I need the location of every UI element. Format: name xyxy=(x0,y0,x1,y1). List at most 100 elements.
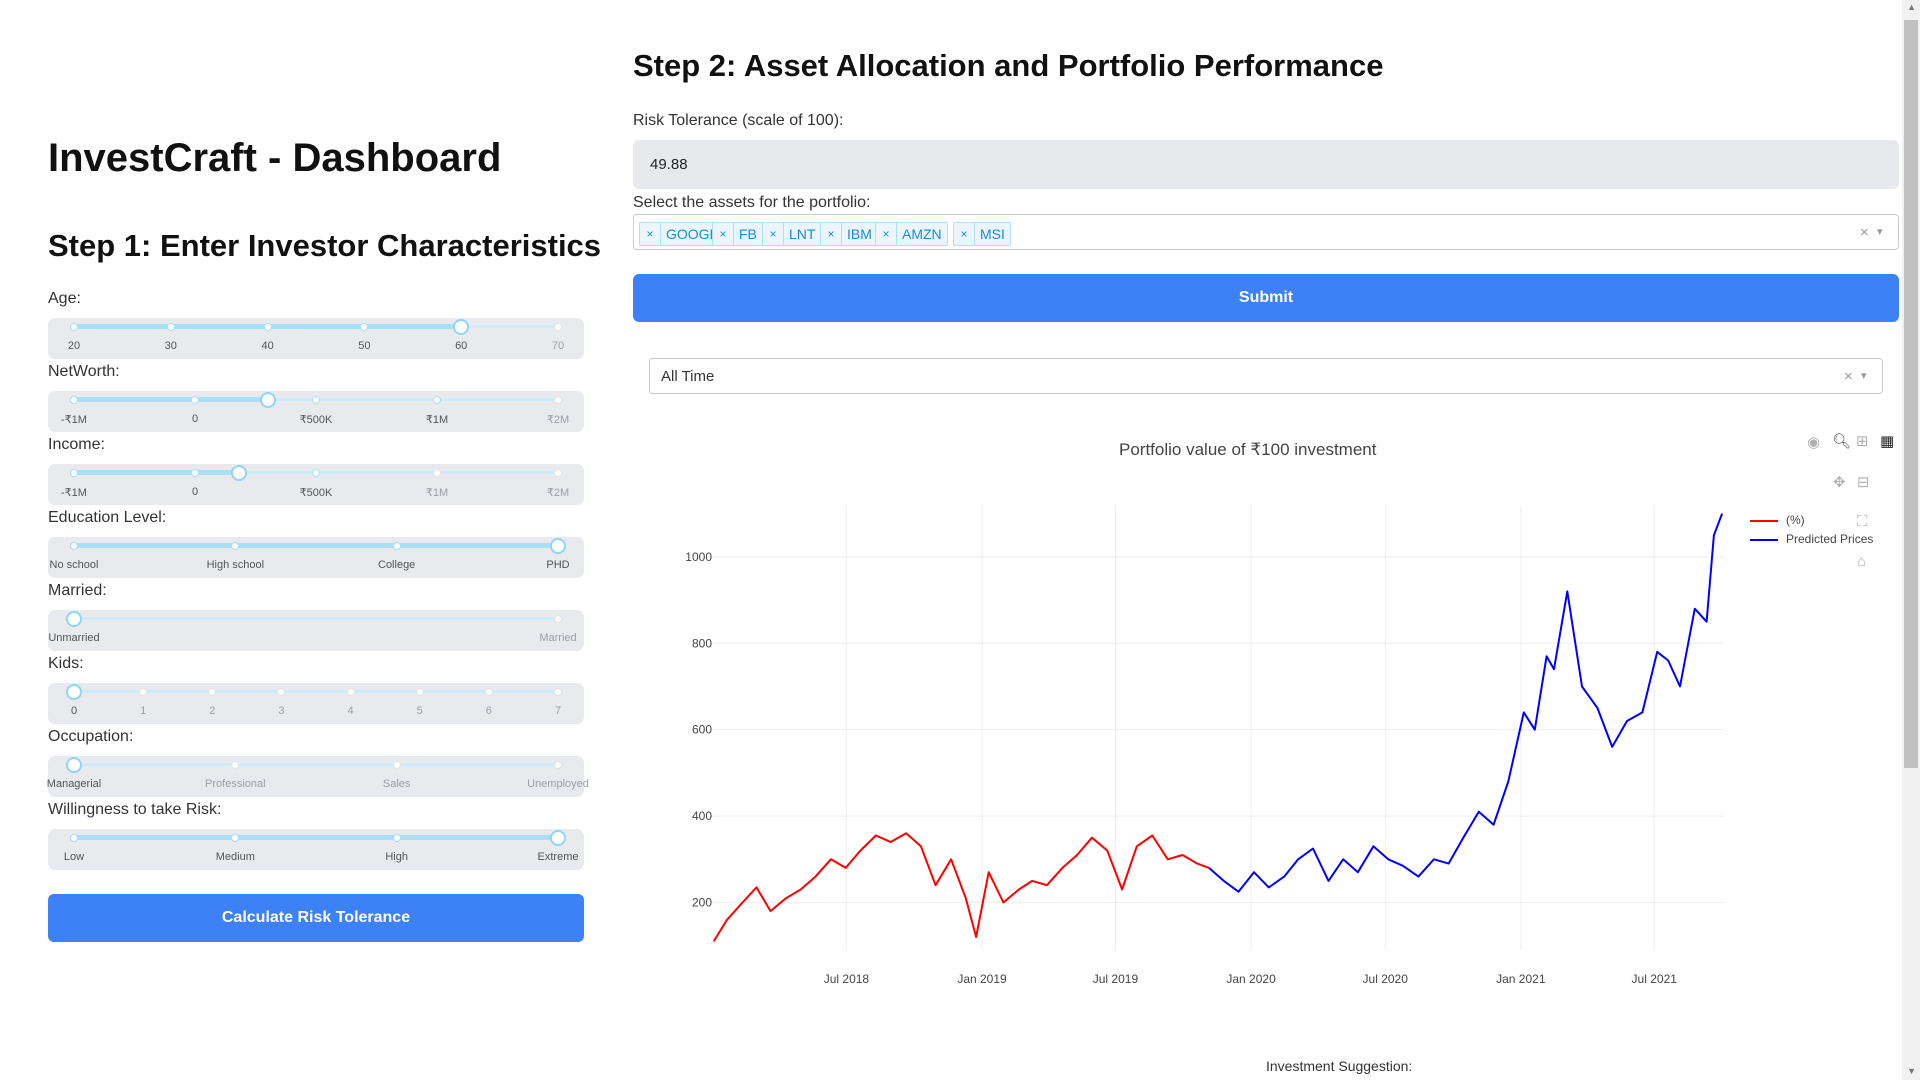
chevron-down-icon[interactable]: ▾ xyxy=(1861,369,1867,382)
investor-slider[interactable]: -₹1M 0 ₹500K ₹1M ₹2M xyxy=(48,391,584,432)
slider-tick[interactable] xyxy=(392,761,401,769)
zoom-icon[interactable]: 🔍︎ xyxy=(1832,432,1851,450)
asset-chip[interactable]: × MSI xyxy=(953,222,1011,246)
investor-slider[interactable]: 20 30 40 50 60 70 xyxy=(48,318,584,359)
slider-tick[interactable] xyxy=(554,761,562,769)
slider-tick[interactable] xyxy=(231,761,240,769)
slider-mark-label[interactable]: Extreme xyxy=(538,851,579,863)
legend-predicted-label[interactable]: Predicted Prices xyxy=(1786,532,1873,546)
remove-chip-icon[interactable]: × xyxy=(763,223,784,245)
slider-mark-label[interactable]: PHD xyxy=(546,559,569,571)
slider-tick[interactable] xyxy=(70,834,78,842)
investor-slider[interactable]: 0 1 2 3 4 5 6 7 xyxy=(48,683,584,724)
slider-mark-label[interactable]: 1 xyxy=(140,705,146,717)
slider-tick[interactable] xyxy=(231,542,240,550)
slider-mark-label[interactable]: 50 xyxy=(358,340,370,352)
slider-mark-label[interactable]: 0 xyxy=(192,486,198,498)
scroll-down-icon[interactable]: ▼ xyxy=(1907,1066,1916,1076)
slider-handle[interactable] xyxy=(66,757,82,773)
slider-handle[interactable] xyxy=(259,392,276,408)
asset-chip[interactable]: × LNT xyxy=(762,222,822,246)
slider-tick[interactable] xyxy=(139,688,148,696)
slider-tick[interactable] xyxy=(433,396,441,404)
slider-mark-label[interactable]: ₹500K xyxy=(300,486,333,499)
scroll-up-icon[interactable]: ▲ xyxy=(1907,2,1916,12)
slider-mark-label[interactable]: High xyxy=(385,851,408,863)
slider-mark-label[interactable]: Married xyxy=(539,632,576,644)
submit-button[interactable]: Submit xyxy=(633,274,1899,322)
investor-slider[interactable]: Managerial Professional Sales Unemployed xyxy=(47,756,589,797)
clear-assets-icon[interactable]: × xyxy=(1860,224,1869,241)
slider-mark-label[interactable]: 7 xyxy=(555,705,561,717)
slider-tick[interactable] xyxy=(263,323,272,331)
slider-tick[interactable] xyxy=(554,615,562,623)
slider-mark-label[interactable]: ₹1M xyxy=(426,413,448,426)
autoscale-icon[interactable]: ⛶ xyxy=(1857,513,1868,530)
slider-mark-label[interactable]: 0 xyxy=(192,413,198,425)
slider-mark-label[interactable]: 3 xyxy=(278,705,284,717)
risk-tolerance-input[interactable] xyxy=(633,140,1899,189)
investor-slider[interactable]: No school High school College PHD xyxy=(48,537,584,578)
zoom-out-icon[interactable]: ⊟ xyxy=(1857,473,1870,491)
calculate-risk-button[interactable]: Calculate Risk Tolerance xyxy=(48,894,584,942)
slider-mark-label[interactable]: ₹2M xyxy=(547,486,569,499)
period-dropdown[interactable]: All Time × ▾ xyxy=(649,358,1883,394)
investor-slider[interactable]: Low Medium High Extreme xyxy=(48,829,584,870)
slider-tick[interactable] xyxy=(484,688,493,696)
pan-icon[interactable]: ✥ xyxy=(1833,473,1846,491)
slider-tick[interactable] xyxy=(392,834,401,842)
slider-mark-label[interactable]: Low xyxy=(64,851,84,863)
investor-slider[interactable]: Unmarried Married xyxy=(48,610,584,651)
slider-mark-label[interactable]: College xyxy=(378,559,415,571)
remove-chip-icon[interactable]: × xyxy=(640,223,661,245)
slider-tick[interactable] xyxy=(554,396,562,404)
historical-series-line[interactable] xyxy=(712,832,1210,942)
slider-tick[interactable] xyxy=(191,396,199,404)
remove-chip-icon[interactable]: × xyxy=(713,223,734,245)
slider-mark-label[interactable]: 70 xyxy=(552,340,564,352)
chevron-down-icon[interactable]: ▾ xyxy=(1877,225,1883,238)
slider-tick[interactable] xyxy=(433,469,441,477)
slider-handle[interactable] xyxy=(550,830,566,846)
slider-tick[interactable] xyxy=(208,688,217,696)
zoom-in-icon[interactable]: ⊞ xyxy=(1856,432,1869,450)
clear-period-icon[interactable]: × xyxy=(1844,368,1853,385)
remove-chip-icon[interactable]: × xyxy=(954,223,975,245)
slider-tick[interactable] xyxy=(166,323,175,331)
slider-mark-label[interactable]: No school xyxy=(50,559,99,571)
slider-tick[interactable] xyxy=(70,542,78,550)
slider-mark-label[interactable]: 0 xyxy=(71,705,77,717)
asset-chip[interactable]: × AMZN xyxy=(875,222,948,246)
slider-handle[interactable] xyxy=(230,465,247,481)
slider-handle[interactable] xyxy=(453,319,470,335)
asset-chip[interactable]: × GOOGL xyxy=(639,222,724,246)
slider-mark-label[interactable]: 4 xyxy=(348,705,354,717)
slider-mark-label[interactable]: Professional xyxy=(205,778,266,790)
slider-mark-label[interactable]: Managerial xyxy=(47,778,101,790)
slider-mark-label[interactable]: 5 xyxy=(417,705,423,717)
slider-mark-label[interactable]: ₹500K xyxy=(300,413,333,426)
slider-tick[interactable] xyxy=(70,323,78,331)
slider-mark-label[interactable]: 6 xyxy=(486,705,492,717)
slider-mark-label[interactable]: -₹1M xyxy=(61,486,87,499)
slider-mark-label[interactable]: 30 xyxy=(165,340,177,352)
slider-tick[interactable] xyxy=(70,396,78,404)
scrollbar-thumb[interactable] xyxy=(1904,20,1918,768)
slider-tick[interactable] xyxy=(312,396,320,404)
slider-mark-label[interactable]: Medium xyxy=(216,851,255,863)
asset-chip[interactable]: × FB xyxy=(712,222,763,246)
slider-mark-label[interactable]: 60 xyxy=(455,340,467,352)
slider-mark-label[interactable]: 40 xyxy=(261,340,273,352)
asset-chip[interactable]: × IBM xyxy=(820,222,878,246)
slider-tick[interactable] xyxy=(554,469,562,477)
slider-track[interactable] xyxy=(74,763,558,766)
slider-tick[interactable] xyxy=(554,323,562,331)
slider-mark-label[interactable]: ₹2M xyxy=(547,413,569,426)
slider-mark-label[interactable]: 20 xyxy=(68,340,80,352)
slider-mark-label[interactable]: Unmarried xyxy=(48,632,99,644)
page-scrollbar[interactable]: ▲ ▼ xyxy=(1902,0,1920,1080)
slider-mark-label[interactable]: High school xyxy=(207,559,264,571)
slider-mark-label[interactable]: ₹1M xyxy=(426,486,448,499)
remove-chip-icon[interactable]: × xyxy=(876,223,897,245)
slider-mark-label[interactable]: 2 xyxy=(209,705,215,717)
